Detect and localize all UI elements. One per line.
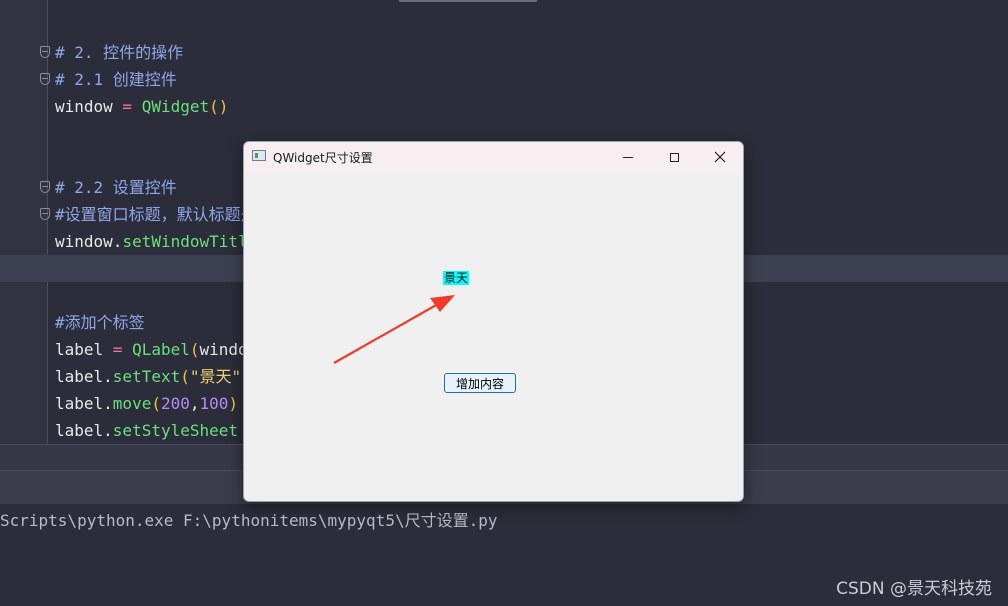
arrow-annotation [333,295,455,364]
